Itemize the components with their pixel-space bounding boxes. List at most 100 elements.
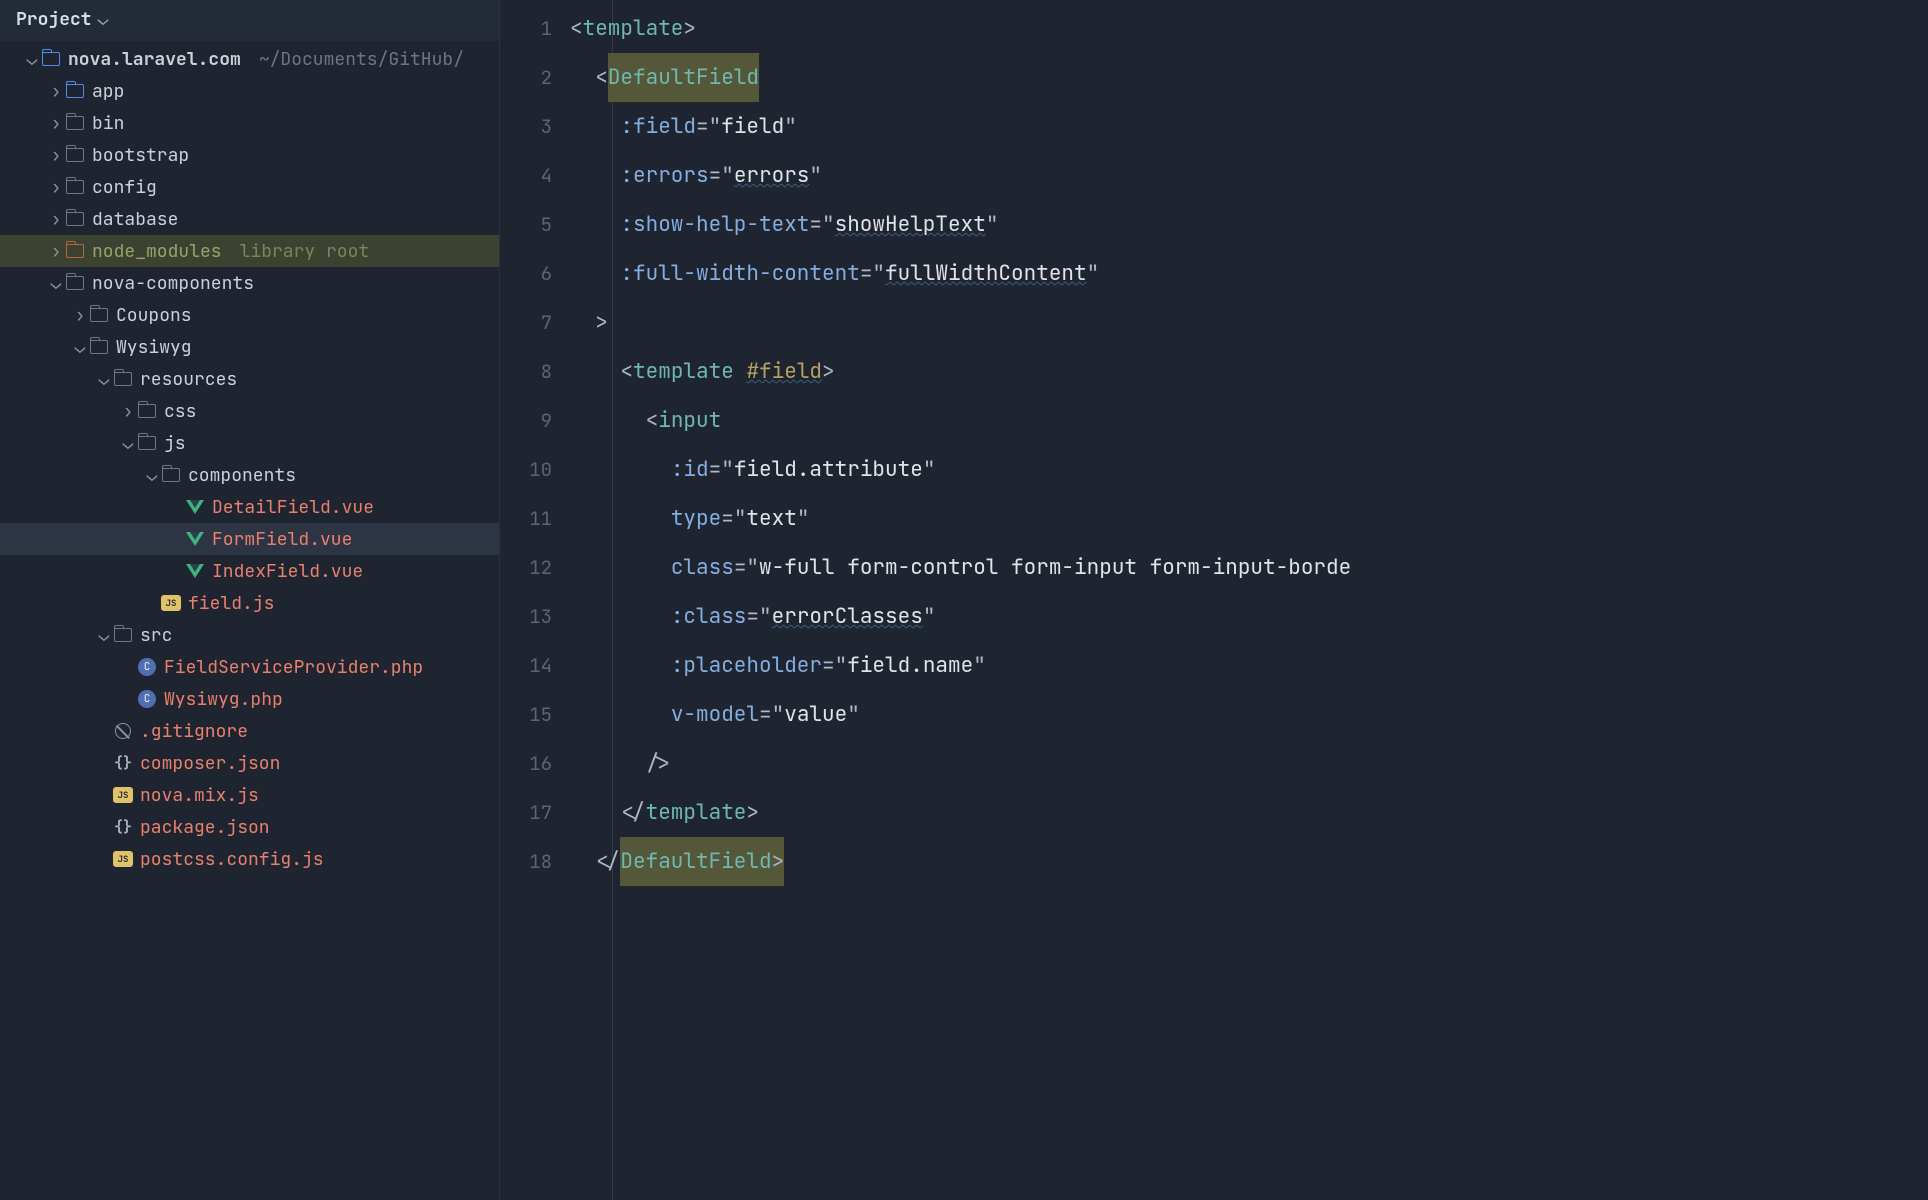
line-number: 15 bbox=[500, 690, 570, 739]
json-icon: {} bbox=[112, 753, 134, 773]
folder-icon bbox=[160, 468, 182, 482]
expand-toggle[interactable]: ⌄ bbox=[96, 624, 112, 647]
code-line[interactable]: :full-width-content="fullWidthContent" bbox=[570, 249, 1928, 298]
tree-root[interactable]: ⌄ nova.laravel.com ~/Documents/GitHub/ bbox=[0, 43, 499, 75]
line-gutter: 1 2 3 4 5 6 7 8 9 10 11 12 13 14 15 16 1… bbox=[500, 0, 570, 1200]
line-number: 14 bbox=[500, 641, 570, 690]
code-line[interactable]: :show-help-text="showHelpText" bbox=[570, 200, 1928, 249]
code-line[interactable]: <input bbox=[570, 396, 1928, 445]
line-number: 11 bbox=[500, 494, 570, 543]
line-number: 8 bbox=[500, 347, 570, 396]
root-name: nova.laravel.com bbox=[68, 48, 241, 71]
expand-toggle[interactable]: › bbox=[48, 144, 64, 167]
expand-toggle[interactable]: ⌄ bbox=[48, 272, 64, 295]
line-number: 4 bbox=[500, 151, 570, 200]
php-class-icon: C bbox=[136, 658, 158, 676]
tree-item-css[interactable]: › css bbox=[0, 395, 499, 427]
code-line[interactable]: <template #field> bbox=[570, 347, 1928, 396]
tree-item-gitignore[interactable]: .gitignore bbox=[0, 715, 499, 747]
code-line[interactable]: class="w-full form-control form-input fo… bbox=[570, 543, 1928, 592]
tree-item-src[interactable]: ⌄ src bbox=[0, 619, 499, 651]
tree-item-field-service-provider[interactable]: C FieldServiceProvider.php bbox=[0, 651, 499, 683]
folder-icon bbox=[64, 84, 86, 98]
tree-item-nova-components[interactable]: ⌄ nova-components bbox=[0, 267, 499, 299]
tree-item-components[interactable]: ⌄ components bbox=[0, 459, 499, 491]
code-line[interactable]: :placeholder="field.name" bbox=[570, 641, 1928, 690]
expand-toggle[interactable]: › bbox=[48, 176, 64, 199]
chevron-down-icon: ⌄ bbox=[98, 8, 109, 31]
tree-item-wysiwyg-php[interactable]: C Wysiwyg.php bbox=[0, 683, 499, 715]
tree-item-app[interactable]: › app bbox=[0, 75, 499, 107]
expand-toggle[interactable]: ⌄ bbox=[72, 336, 88, 359]
tree-item-js[interactable]: ⌄ js bbox=[0, 427, 499, 459]
code-line[interactable]: v-model="value" bbox=[570, 690, 1928, 739]
line-number: 12 bbox=[500, 543, 570, 592]
code-line[interactable]: /> bbox=[570, 739, 1928, 788]
expand-toggle[interactable]: ⌄ bbox=[96, 368, 112, 391]
tree-item-database[interactable]: › database bbox=[0, 203, 499, 235]
tree-item-bootstrap[interactable]: › bootstrap bbox=[0, 139, 499, 171]
vue-icon bbox=[184, 500, 206, 514]
js-icon: JS bbox=[112, 787, 134, 803]
expand-toggle[interactable]: › bbox=[48, 80, 64, 103]
folder-icon bbox=[64, 212, 86, 226]
folder-icon bbox=[136, 436, 158, 450]
tree-item-form-field[interactable]: FormField.vue bbox=[0, 523, 499, 555]
project-tree: ⌄ nova.laravel.com ~/Documents/GitHub/ ›… bbox=[0, 41, 499, 875]
code-line[interactable]: :id="field.attribute" bbox=[570, 445, 1928, 494]
expand-toggle[interactable]: ⌄ bbox=[24, 48, 40, 71]
folder-excluded-icon bbox=[64, 244, 86, 258]
tree-item-field-js[interactable]: JS field.js bbox=[0, 587, 499, 619]
expand-toggle[interactable]: ⌄ bbox=[120, 432, 136, 455]
code-line[interactable]: :errors="errors" bbox=[570, 151, 1928, 200]
line-number: 1 bbox=[500, 4, 570, 53]
php-class-icon: C bbox=[136, 690, 158, 708]
expand-toggle[interactable]: ⌄ bbox=[144, 464, 160, 487]
expand-toggle[interactable]: › bbox=[120, 400, 136, 423]
line-number: 18 bbox=[500, 837, 570, 886]
code-line[interactable]: type="text" bbox=[570, 494, 1928, 543]
folder-icon bbox=[112, 628, 134, 642]
tree-item-config[interactable]: › config bbox=[0, 171, 499, 203]
tree-item-wysiwyg[interactable]: ⌄ Wysiwyg bbox=[0, 331, 499, 363]
code-line[interactable]: :field="field" bbox=[570, 102, 1928, 151]
folder-icon bbox=[40, 52, 62, 66]
code-line[interactable]: <DefaultField bbox=[570, 53, 1928, 102]
root-path: ~/Documents/GitHub/ bbox=[259, 48, 464, 71]
code-line[interactable]: > bbox=[570, 298, 1928, 347]
expand-toggle[interactable]: › bbox=[48, 240, 64, 263]
code-line[interactable]: <template> bbox=[570, 4, 1928, 53]
vue-icon bbox=[184, 564, 206, 578]
line-number: 6 bbox=[500, 249, 570, 298]
project-pane-header[interactable]: Project ⌄ bbox=[0, 0, 499, 41]
code-content[interactable]: <template> <DefaultField :field="field" … bbox=[570, 0, 1928, 1200]
code-line[interactable]: </DefaultField> bbox=[570, 837, 1928, 886]
tree-item-bin[interactable]: › bin bbox=[0, 107, 499, 139]
vue-icon bbox=[184, 532, 206, 546]
expand-toggle[interactable]: › bbox=[72, 304, 88, 327]
tree-item-detail-field[interactable]: DetailField.vue bbox=[0, 491, 499, 523]
expand-toggle[interactable]: › bbox=[48, 208, 64, 231]
tree-item-coupons[interactable]: › Coupons bbox=[0, 299, 499, 331]
folder-icon bbox=[64, 276, 86, 290]
line-number: 5 bbox=[500, 200, 570, 249]
line-number: 13 bbox=[500, 592, 570, 641]
line-number: 7 bbox=[500, 298, 570, 347]
line-number: 17 bbox=[500, 788, 570, 837]
tree-item-index-field[interactable]: IndexField.vue bbox=[0, 555, 499, 587]
tree-item-resources[interactable]: ⌄ resources bbox=[0, 363, 499, 395]
code-editor[interactable]: 1 2 3 4 5 6 7 8 9 10 11 12 13 14 15 16 1… bbox=[500, 0, 1928, 1200]
tree-item-package-json[interactable]: {} package.json bbox=[0, 811, 499, 843]
tree-item-postcss-config-js[interactable]: JS postcss.config.js bbox=[0, 843, 499, 875]
json-icon: {} bbox=[112, 817, 134, 837]
line-number: 10 bbox=[500, 445, 570, 494]
line-number: 3 bbox=[500, 102, 570, 151]
tree-item-node-modules[interactable]: › node_modules library root bbox=[0, 235, 499, 267]
js-icon: JS bbox=[160, 595, 182, 611]
code-line[interactable]: </template> bbox=[570, 788, 1928, 837]
tree-item-nova-mix-js[interactable]: JS nova.mix.js bbox=[0, 779, 499, 811]
code-line[interactable]: :class="errorClasses" bbox=[570, 592, 1928, 641]
folder-icon bbox=[64, 148, 86, 162]
expand-toggle[interactable]: › bbox=[48, 112, 64, 135]
tree-item-composer-json[interactable]: {} composer.json bbox=[0, 747, 499, 779]
